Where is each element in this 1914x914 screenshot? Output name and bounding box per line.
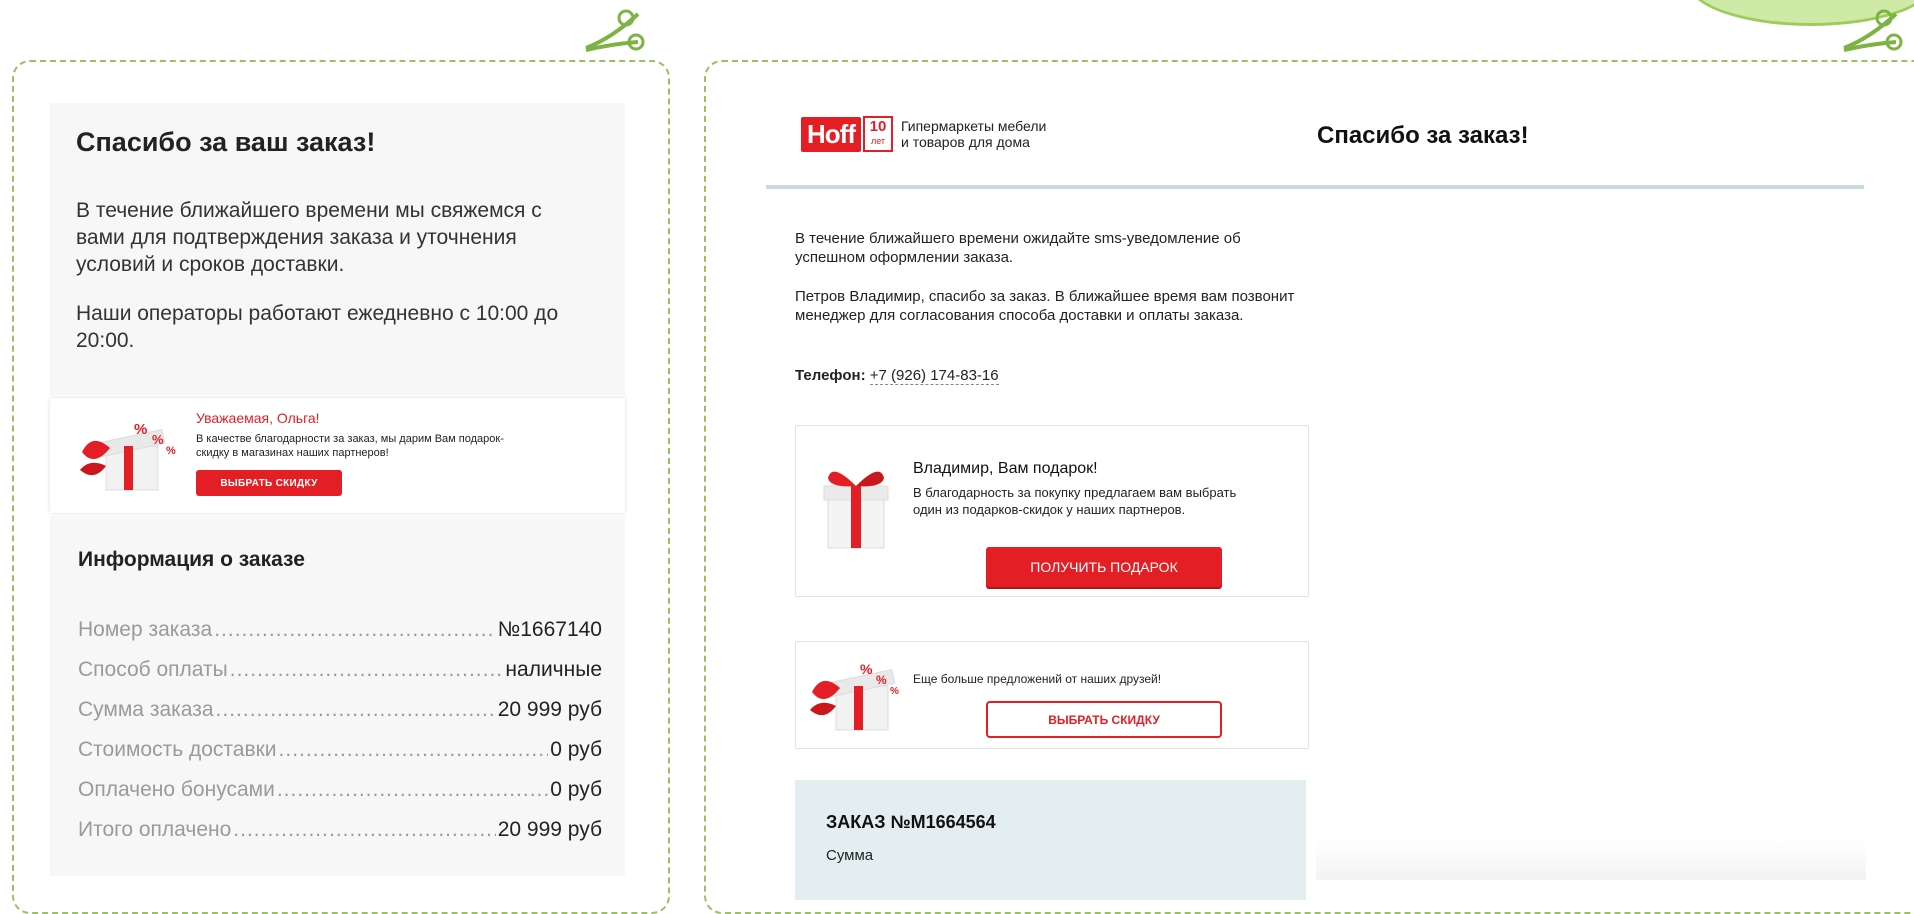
offer-card: % % % Еще больше предложений от наших др…: [795, 641, 1309, 749]
order-info-card: Информация о заказе Номер заказа........…: [50, 516, 625, 876]
right-page-title: Спасибо за заказ!: [1317, 122, 1529, 149]
svg-text:%: %: [134, 421, 147, 438]
bottom-fade: [1316, 840, 1866, 880]
delivery-cost-row: Стоимость доставки......................…: [78, 738, 602, 761]
bonus-paid-row: Оплачено бонусами.......................…: [78, 778, 602, 801]
svg-text:%: %: [876, 673, 887, 687]
total-paid-row: Итого оплачено..........................…: [78, 818, 602, 841]
gift-card: Владимир, Вам подарок! В благодарность з…: [795, 425, 1309, 597]
choose-discount-button[interactable]: ВЫБРАТЬ СКИДКУ: [196, 470, 342, 496]
gift-text: В благодарность за покупку предлагаем ва…: [913, 485, 1237, 517]
header-divider: [766, 185, 1864, 189]
hoff-logo[interactable]: Hoff 10 лет Гипермаркеты мебели и товаро…: [801, 116, 1046, 152]
left-page-title: Спасибо за ваш заказ!: [76, 127, 376, 157]
gift-box-icon: % % %: [810, 661, 899, 731]
phone-line: Телефон: +7 (926) 174-83-16: [795, 366, 1305, 385]
svg-text:%: %: [860, 661, 873, 677]
left-hours-paragraph: Наши операторы работают ежедневно с 10:0…: [76, 302, 559, 352]
phone-link[interactable]: +7 (926) 174-83-16: [869, 367, 999, 385]
hoff-anniversary-badge: 10 лет: [862, 116, 893, 152]
gift-box-icon: [823, 471, 889, 549]
svg-text:%: %: [152, 432, 164, 447]
get-gift-button[interactable]: ПОЛУЧИТЬ ПОДАРОК: [986, 547, 1222, 587]
gift-title: Владимир, Вам подарок!: [913, 460, 1098, 477]
order-number-title: ЗАКАЗ №М1664564: [826, 812, 996, 832]
banner-greeting: Уважаемая, Ольга!: [196, 410, 320, 426]
manager-call-text: Петров Владимир, спасибо за заказ. В бли…: [795, 288, 1295, 324]
left-contact-paragraph: В течение ближайшего времени мы свяжемся…: [76, 199, 542, 276]
hoff-tagline: Гипермаркеты мебели и товаров для дома: [900, 118, 1047, 150]
order-sum-label: Сумма: [826, 847, 874, 864]
left-gift-banner: % % % Уважаемая, Ольга! В качестве благо…: [50, 398, 625, 513]
payment-method-row: Способ оплаты...........................…: [78, 658, 602, 681]
svg-text:%: %: [890, 686, 899, 697]
order-number-row: Номер заказа............................…: [78, 618, 602, 641]
choose-discount-outline-button[interactable]: ВЫБРАТЬ СКИДКУ: [986, 701, 1222, 738]
order-info-title: Информация о заказе: [78, 548, 305, 571]
hoff-brand-mark: Hoff: [801, 116, 861, 152]
banner-text: В качестве благодарности за заказ, мы да…: [196, 433, 504, 459]
scissors-icon: [585, 9, 645, 52]
order-sum-row: Сумма заказа............................…: [78, 698, 602, 721]
gift-box-icon: % % %: [80, 421, 176, 491]
order-summary-box: ЗАКАЗ №М1664564 Сумма: [795, 780, 1306, 900]
svg-text:%: %: [166, 445, 176, 457]
left-thanks-card: Спасибо за ваш заказ! В течение ближайше…: [50, 103, 625, 395]
scissors-icon: [1843, 9, 1903, 52]
sms-notice-text: В течение ближайшего времени ожидайте sm…: [795, 230, 1241, 266]
phone-label: Телефон:: [795, 367, 866, 384]
offer-text: Еще больше предложений от наших друзей!: [913, 672, 1162, 686]
